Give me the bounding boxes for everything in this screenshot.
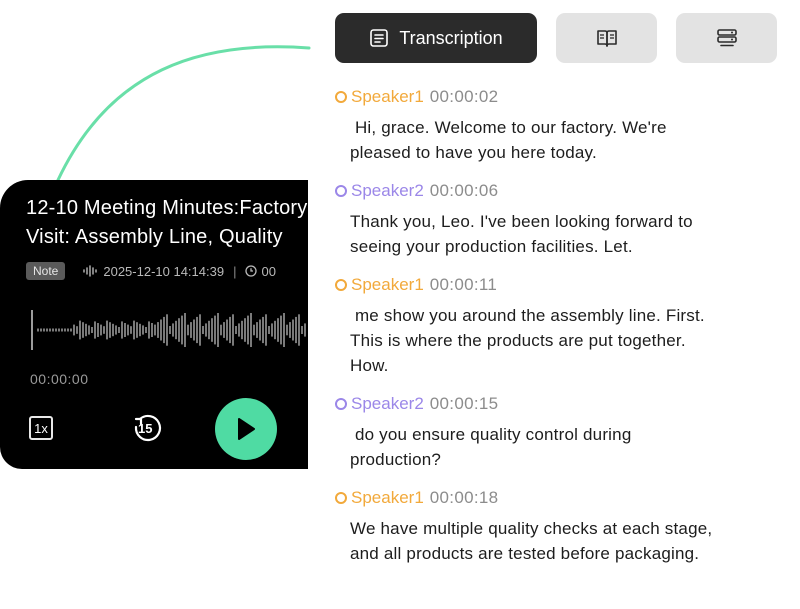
- speaker-name: Speaker2: [351, 181, 424, 200]
- elapsed-time: 00:00:00: [30, 371, 89, 387]
- transcript-entry[interactable]: Speaker2 00:00:06 Thank you, Leo. I've b…: [335, 180, 785, 259]
- book-icon: [596, 30, 617, 47]
- speaker-dot-icon: [335, 279, 347, 291]
- entry-timestamp: 00:00:18: [429, 488, 499, 507]
- entry-timestamp: 00:00:06: [429, 181, 499, 200]
- rewind-15-button[interactable]: 15: [131, 413, 163, 445]
- transcript-list: Speaker1 00:00:02 Hi, grace. Welcome to …: [335, 86, 785, 581]
- speaker-name: Speaker2: [351, 394, 424, 413]
- speaker-dot-icon: [335, 492, 347, 504]
- playback-speed-label: 1x: [34, 420, 48, 436]
- meta-separator: |: [233, 263, 237, 279]
- rewind-seconds-label: 15: [138, 421, 153, 436]
- transcript-entry[interactable]: Speaker2 00:00:15 do you ensure quality …: [335, 393, 785, 472]
- recording-title: 12-10 Meeting Minutes:Factory Visit: Ass…: [26, 197, 308, 248]
- view-tabs: Transcription: [335, 13, 777, 63]
- audio-waveform[interactable]: [30, 308, 308, 352]
- server-icon: [716, 29, 737, 47]
- transcript-entry[interactable]: Speaker1 00:00:02 Hi, grace. Welcome to …: [335, 86, 785, 165]
- speaker-name: Speaker1: [351, 488, 424, 507]
- tab-transcription-label: Transcription: [399, 27, 503, 48]
- note-badge: Note: [26, 262, 66, 280]
- speaker-dot-icon: [335, 91, 347, 103]
- recording-duration: 00: [261, 263, 276, 279]
- transcript-entry[interactable]: Speaker1 00:00:11 me show you around the…: [335, 274, 785, 378]
- entry-text: do you ensure quality control during pro…: [350, 425, 632, 469]
- speaker-dot-icon: [335, 398, 347, 410]
- document-list-icon: [370, 29, 389, 47]
- entry-text: We have multiple quality checks at each …: [350, 519, 713, 563]
- tab-summary[interactable]: [556, 13, 657, 63]
- entry-timestamp: 00:00:15: [429, 394, 499, 413]
- entry-text: Hi, grace. Welcome to our factory. We're…: [350, 118, 667, 162]
- recording-meta: Note 2025-12-10 14:14:39 | 00: [26, 262, 276, 280]
- waveform-icon: [83, 265, 98, 277]
- playback-speed-button[interactable]: 1x: [29, 416, 53, 440]
- tab-transcription[interactable]: Transcription: [335, 13, 537, 63]
- speaker-name: Speaker1: [351, 87, 424, 106]
- entry-timestamp: 00:00:11: [429, 275, 498, 294]
- entry-text: me show you around the assembly line. Fi…: [350, 306, 705, 375]
- decorative-arc: [56, 45, 311, 182]
- recording-datetime: 2025-12-10 14:14:39: [103, 263, 225, 279]
- clock-icon: [245, 265, 258, 277]
- speaker-dot-icon: [335, 185, 347, 197]
- speaker-name: Speaker1: [351, 275, 424, 294]
- play-button[interactable]: [215, 398, 277, 460]
- transcript-entry[interactable]: Speaker1 00:00:18 We have multiple quali…: [335, 487, 785, 566]
- tab-mindmap[interactable]: [676, 13, 777, 63]
- play-icon: [238, 418, 255, 440]
- entry-text: Thank you, Leo. I've been looking forwar…: [350, 212, 693, 256]
- entry-timestamp: 00:00:02: [429, 87, 499, 106]
